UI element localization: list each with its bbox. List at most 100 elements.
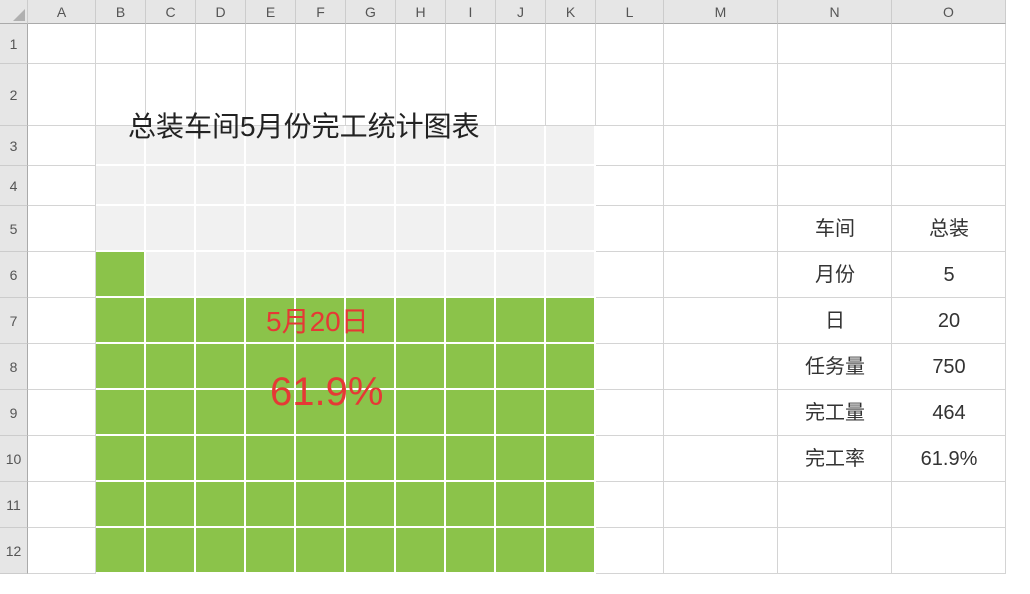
column-header-G[interactable]: G — [346, 0, 396, 24]
cell-L11[interactable] — [596, 482, 664, 528]
column-header-C[interactable]: C — [146, 0, 196, 24]
cell-L6[interactable] — [596, 252, 664, 298]
row-header-11[interactable]: 11 — [0, 482, 28, 528]
cell-O1[interactable] — [892, 24, 1006, 64]
cell-M7[interactable] — [664, 298, 778, 344]
cell-O2[interactable] — [892, 64, 1006, 126]
cell-A12[interactable] — [28, 528, 96, 574]
cell-M10[interactable] — [664, 436, 778, 482]
cell-M6[interactable] — [664, 252, 778, 298]
cell-C1[interactable] — [146, 24, 196, 64]
column-header-O[interactable]: O — [892, 0, 1006, 24]
cell-M3[interactable] — [664, 126, 778, 166]
cell-O12[interactable] — [892, 528, 1006, 574]
cell-N1[interactable] — [778, 24, 892, 64]
cell-G1[interactable] — [346, 24, 396, 64]
row-header-6[interactable]: 6 — [0, 252, 28, 298]
cell-A5[interactable] — [28, 206, 96, 252]
cell-J2[interactable] — [496, 64, 546, 126]
cell-O3[interactable] — [892, 126, 1006, 166]
column-header-E[interactable]: E — [246, 0, 296, 24]
cell-M8[interactable] — [664, 344, 778, 390]
cell-I1[interactable] — [446, 24, 496, 64]
cell-N4[interactable] — [778, 166, 892, 206]
row-header-2[interactable]: 2 — [0, 64, 28, 126]
row-header-7[interactable]: 7 — [0, 298, 28, 344]
cell-K1[interactable] — [546, 24, 596, 64]
waffle-cell — [296, 482, 346, 528]
row-header-12[interactable]: 12 — [0, 528, 28, 574]
column-header-B[interactable]: B — [96, 0, 146, 24]
waffle-cell — [196, 390, 246, 436]
waffle-cell — [196, 436, 246, 482]
cell-M11[interactable] — [664, 482, 778, 528]
cell-N11[interactable] — [778, 482, 892, 528]
waffle-cell — [396, 390, 446, 436]
cell-M2[interactable] — [664, 64, 778, 126]
cell-L1[interactable] — [596, 24, 664, 64]
cell-H1[interactable] — [396, 24, 446, 64]
summary-label: 完工率 — [778, 436, 892, 482]
cell-A3[interactable] — [28, 126, 96, 166]
cell-A11[interactable] — [28, 482, 96, 528]
cell-A9[interactable] — [28, 390, 96, 436]
waffle-cell — [146, 436, 196, 482]
row-header-10[interactable]: 10 — [0, 436, 28, 482]
cell-O4[interactable] — [892, 166, 1006, 206]
summary-label: 完工量 — [778, 390, 892, 436]
cell-A8[interactable] — [28, 344, 96, 390]
cell-L9[interactable] — [596, 390, 664, 436]
cell-L8[interactable] — [596, 344, 664, 390]
column-header-L[interactable]: L — [596, 0, 664, 24]
cell-N12[interactable] — [778, 528, 892, 574]
cell-J1[interactable] — [496, 24, 546, 64]
waffle-cell — [96, 390, 146, 436]
column-header-N[interactable]: N — [778, 0, 892, 24]
cell-M5[interactable] — [664, 206, 778, 252]
column-header-K[interactable]: K — [546, 0, 596, 24]
cell-M9[interactable] — [664, 390, 778, 436]
cell-A1[interactable] — [28, 24, 96, 64]
row-header-9[interactable]: 9 — [0, 390, 28, 436]
waffle-cell — [96, 344, 146, 390]
cell-M4[interactable] — [664, 166, 778, 206]
waffle-cell — [546, 126, 596, 166]
column-header-I[interactable]: I — [446, 0, 496, 24]
column-header-A[interactable]: A — [28, 0, 96, 24]
cell-O11[interactable] — [892, 482, 1006, 528]
cell-L5[interactable] — [596, 206, 664, 252]
cell-L3[interactable] — [596, 126, 664, 166]
cell-D1[interactable] — [196, 24, 246, 64]
cell-L2[interactable] — [596, 64, 664, 126]
row-header-5[interactable]: 5 — [0, 206, 28, 252]
cell-F1[interactable] — [296, 24, 346, 64]
row-header-8[interactable]: 8 — [0, 344, 28, 390]
column-header-M[interactable]: M — [664, 0, 778, 24]
waffle-cell — [196, 344, 246, 390]
select-all-corner[interactable] — [0, 0, 28, 24]
cell-N2[interactable] — [778, 64, 892, 126]
cell-A10[interactable] — [28, 436, 96, 482]
cell-A2[interactable] — [28, 64, 96, 126]
cell-A7[interactable] — [28, 298, 96, 344]
cell-M12[interactable] — [664, 528, 778, 574]
cell-E1[interactable] — [246, 24, 296, 64]
cell-A6[interactable] — [28, 252, 96, 298]
cell-L7[interactable] — [596, 298, 664, 344]
cell-L10[interactable] — [596, 436, 664, 482]
row-header-3[interactable]: 3 — [0, 126, 28, 166]
row-header-4[interactable]: 4 — [0, 166, 28, 206]
waffle-cell — [346, 206, 396, 252]
column-header-F[interactable]: F — [296, 0, 346, 24]
column-header-H[interactable]: H — [396, 0, 446, 24]
cell-N3[interactable] — [778, 126, 892, 166]
cell-L4[interactable] — [596, 166, 664, 206]
column-header-J[interactable]: J — [496, 0, 546, 24]
cell-K2[interactable] — [546, 64, 596, 126]
cell-M1[interactable] — [664, 24, 778, 64]
column-header-D[interactable]: D — [196, 0, 246, 24]
row-header-1[interactable]: 1 — [0, 24, 28, 64]
cell-B1[interactable] — [96, 24, 146, 64]
cell-A4[interactable] — [28, 166, 96, 206]
cell-L12[interactable] — [596, 528, 664, 574]
